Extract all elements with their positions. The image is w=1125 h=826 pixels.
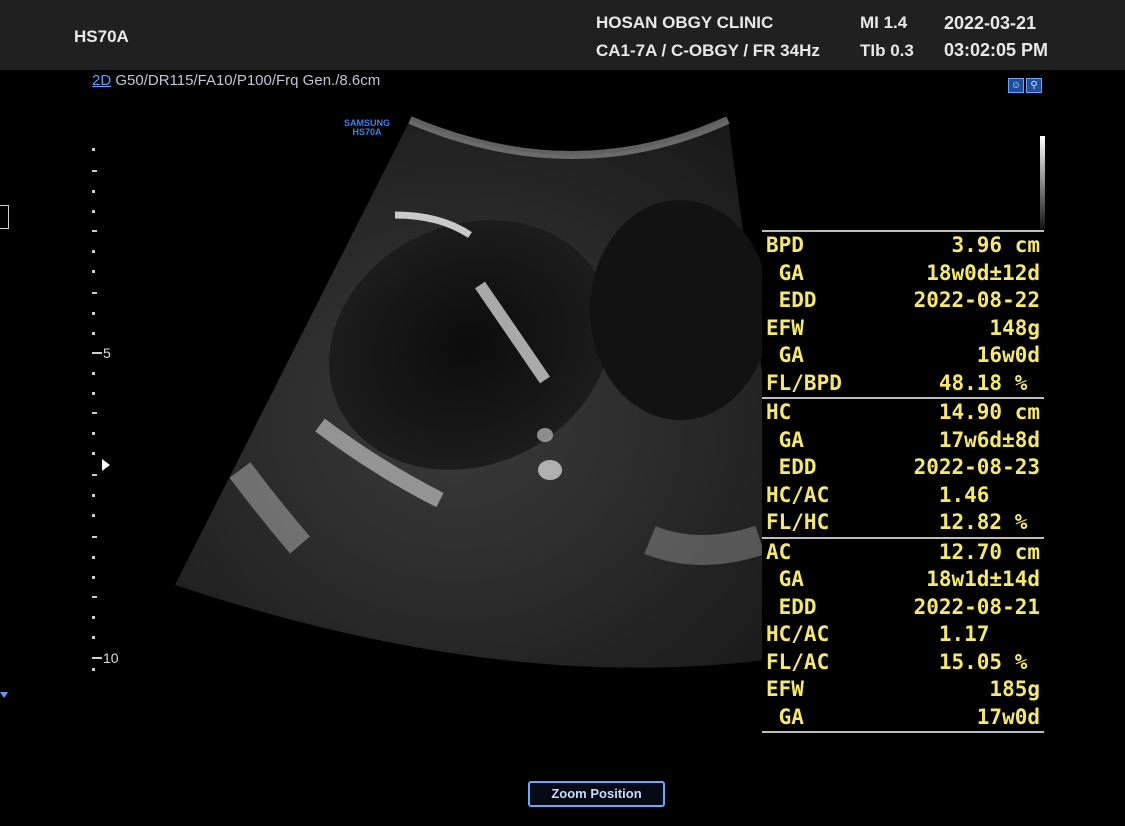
measurement-row: GA 17w6d±8d bbox=[762, 427, 1044, 455]
measurement-row: HC/AC 1.17 bbox=[762, 621, 1044, 649]
measurement-label: FL/AC bbox=[766, 649, 830, 674]
measurement-label: GA bbox=[766, 704, 804, 729]
measurement-row: HC 14.90 cm bbox=[762, 399, 1044, 427]
depth-marker-10: 10 bbox=[103, 650, 119, 666]
measurement-value: 14.90 cm bbox=[938, 400, 1040, 424]
measurement-label: EDD bbox=[766, 288, 817, 312]
measurement-row: FL/AC 15.05 % bbox=[762, 649, 1044, 677]
measurement-panel: BPD 3.96 cm GA 18w0d±12d EDD 2022-08-22 EFW 1… bbox=[762, 230, 1044, 733]
measurement-value: 48.18 % bbox=[938, 370, 1040, 395]
measurement-value: 1.17 bbox=[938, 622, 1040, 646]
measurement-label: GA bbox=[766, 343, 804, 367]
measurement-label: HC/AC bbox=[766, 482, 830, 507]
measurement-row: GA 18w1d±14d bbox=[762, 566, 1044, 594]
measurement-value: 18w0d±12d bbox=[926, 260, 1040, 285]
measurement-label: FL/BPD bbox=[766, 370, 842, 395]
measurement-group: HC 14.90 cm GA 17w6d±8d EDD 2022-08-23 HC/AC… bbox=[762, 397, 1044, 537]
measurement-label: GA bbox=[766, 427, 804, 452]
measurement-value: 2022-08-22 bbox=[913, 288, 1040, 312]
measurement-value: 18w1d±14d bbox=[926, 567, 1040, 591]
brand-model: HS70A bbox=[352, 127, 382, 137]
measurement-group: AC 12.70 cm GA 18w1d±14d EDD 2022-08-21 HC/A… bbox=[762, 536, 1044, 733]
measurement-value: 3.96 cm bbox=[951, 233, 1040, 257]
measurement-label: BPD bbox=[766, 233, 804, 257]
side-panel-handle[interactable] bbox=[0, 205, 9, 229]
focus-marker-icon[interactable] bbox=[102, 459, 110, 471]
zoom-position-button[interactable]: Zoom Position bbox=[528, 781, 665, 807]
brand-watermark: SAMSUNG HS70A bbox=[344, 119, 390, 137]
measurement-label: HC bbox=[766, 400, 792, 424]
measurement-row: FL/BPD 48.18 % bbox=[762, 370, 1044, 398]
measurement-label: EDD bbox=[766, 594, 817, 619]
measurement-value: 17w6d±8d bbox=[938, 427, 1040, 452]
measurement-row: GA 18w0d±12d bbox=[762, 260, 1044, 288]
measurement-value: 16w0d bbox=[976, 343, 1040, 367]
measurement-label: AC bbox=[766, 539, 792, 564]
measurement-group: BPD 3.96 cm GA 18w0d±12d EDD 2022-08-22 EFW 1… bbox=[762, 230, 1044, 397]
measurement-value: 148g bbox=[989, 315, 1040, 340]
measurement-value: 1.46 bbox=[938, 482, 1040, 507]
measurement-row: EFW 148g bbox=[762, 315, 1044, 343]
measurement-label: FL/HC bbox=[766, 510, 830, 534]
measurement-label: HC/AC bbox=[766, 622, 830, 646]
measurement-row: EFW 185g bbox=[762, 676, 1044, 704]
measurement-row: EDD 2022-08-23 bbox=[762, 454, 1044, 482]
measurement-value: 2022-08-21 bbox=[913, 594, 1040, 619]
measurement-value: 12.82 % bbox=[938, 510, 1040, 534]
measurement-row: AC 12.70 cm bbox=[762, 539, 1044, 567]
measurement-label: GA bbox=[766, 567, 804, 591]
measurement-value: 17w0d bbox=[976, 704, 1040, 729]
grayscale-bar bbox=[1040, 136, 1045, 230]
depth-marker-5: 5 bbox=[103, 345, 111, 361]
measurement-label: GA bbox=[766, 260, 804, 285]
measurement-row: EDD 2022-08-22 bbox=[762, 287, 1044, 315]
measurement-value: 12.70 cm bbox=[938, 539, 1040, 564]
scroll-down-icon[interactable] bbox=[0, 692, 8, 698]
measurement-row: BPD 3.96 cm bbox=[762, 232, 1044, 260]
measurement-value: 2022-08-23 bbox=[913, 455, 1040, 479]
measurement-label: EFW bbox=[766, 677, 804, 701]
measurement-value: 15.05 % bbox=[938, 649, 1040, 674]
measurement-label: EDD bbox=[766, 455, 817, 479]
measurement-row: GA 16w0d bbox=[762, 342, 1044, 370]
measurement-row: FL/HC 12.82 % bbox=[762, 509, 1044, 537]
measurement-value: 185g bbox=[989, 677, 1040, 701]
measurement-row: GA 17w0d bbox=[762, 704, 1044, 732]
measurement-row: EDD 2022-08-21 bbox=[762, 594, 1044, 622]
measurement-row: HC/AC 1.46 bbox=[762, 482, 1044, 510]
measurement-label: EFW bbox=[766, 315, 804, 340]
